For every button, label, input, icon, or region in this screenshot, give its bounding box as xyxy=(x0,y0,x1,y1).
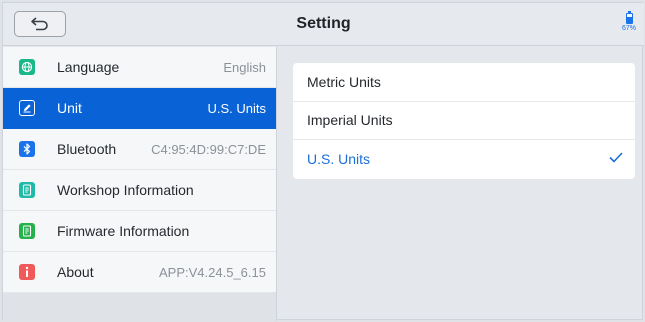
checkmark-icon xyxy=(609,152,623,163)
bluetooth-icon xyxy=(19,141,35,157)
sidebar-item-value: APP:V4.24.5_6.15 xyxy=(159,264,266,280)
firmware-doc-icon xyxy=(19,223,35,239)
sidebar-item-about[interactable]: About APP:V4.24.5_6.15 xyxy=(3,252,276,293)
sidebar-item-unit[interactable]: Unit U.S. Units xyxy=(3,88,276,129)
sidebar-item-label: Language xyxy=(57,59,120,75)
option-us-units[interactable]: U.S. Units xyxy=(293,140,635,179)
sidebar-item-label: Workshop Information xyxy=(57,182,194,198)
option-metric-units[interactable]: Metric Units xyxy=(293,63,635,102)
option-label: U.S. Units xyxy=(307,151,371,168)
sidebar-item-label: Bluetooth xyxy=(57,141,117,157)
battery-indicator: 67% xyxy=(618,11,640,32)
page-title: Setting xyxy=(296,15,351,32)
option-label: Metric Units xyxy=(307,73,381,90)
app-window: Setting 67% Language English Unit U.S. U… xyxy=(2,2,644,321)
sidebar-item-value: English xyxy=(223,59,266,75)
settings-sidebar: Language English Unit U.S. Units Bluetoo… xyxy=(3,47,277,321)
battery-percent: 67% xyxy=(621,25,636,32)
sidebar-item-label: Firmware Information xyxy=(57,223,190,239)
sidebar-item-firmware-information[interactable]: Firmware Information xyxy=(3,211,276,252)
info-icon xyxy=(19,264,35,280)
unit-options-panel: Metric Units Imperial Units U.S. Units xyxy=(293,63,635,179)
header-bar: Setting 67% xyxy=(3,3,644,46)
sidebar-item-language[interactable]: Language English xyxy=(3,47,276,88)
sidebar-item-value: C4:95:4D:99:C7:DE xyxy=(151,141,266,157)
sidebar-item-value: U.S. Units xyxy=(207,100,266,116)
battery-fill xyxy=(626,16,632,23)
option-label: Imperial Units xyxy=(307,112,393,129)
sidebar-item-label: Unit xyxy=(57,100,82,116)
sidebar-item-label: About xyxy=(57,264,94,280)
sidebar-item-workshop-information[interactable]: Workshop Information xyxy=(3,170,276,211)
pencil-icon xyxy=(19,100,35,116)
option-imperial-units[interactable]: Imperial Units xyxy=(293,102,635,140)
globe-icon xyxy=(19,59,35,75)
sidebar-item-bluetooth[interactable]: Bluetooth C4:95:4D:99:C7:DE xyxy=(3,129,276,170)
workshop-doc-icon xyxy=(19,182,35,198)
battery-icon xyxy=(625,11,633,24)
